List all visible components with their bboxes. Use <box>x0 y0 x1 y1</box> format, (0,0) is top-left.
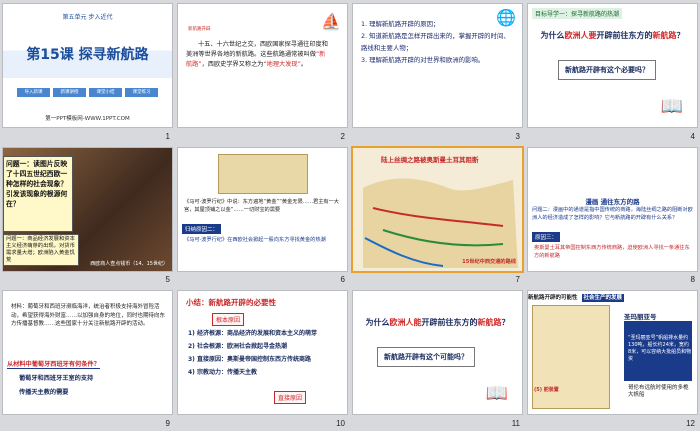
slide-number: 5 <box>165 275 170 285</box>
question-box: 问题一：读图片反映了十四五世纪西欧一种怎样的社会现象？引发该现象的根源何在？ <box>3 155 73 232</box>
header-tag: 社会生产的发展 <box>581 294 625 303</box>
slide-thumb-8[interactable]: 漫画 通往东方的路 问题二：漫画中的通道是指中国传统的商路，海陆丝绸之路的阻断对… <box>525 144 700 288</box>
trade-route-map <box>353 147 522 271</box>
slide-sorter-grid: 第五单元 步入近代 第15课 探寻新航路 导入新课 新课讲授 课堂小结 课堂练习… <box>0 0 700 431</box>
panel-caption: 哥伦布远航时使用的多桅大帆船 <box>628 385 692 400</box>
question-heading: 从材料中葡萄牙西班牙有何条件？ <box>7 361 100 370</box>
reason-heading: 归纳原因二： <box>182 223 222 234</box>
slide-2-canvas[interactable]: 新航路开辟 十五、十六世纪之交，西欧国家探寻通往印度和美洲等世界各地的新航路。这… <box>178 4 347 127</box>
slide-thumb-10[interactable]: 小结：新航路开辟的必要性 根本原因 1) 经济根源：商品经济的发展和资本主义的萌… <box>175 287 350 431</box>
slide-8-canvas[interactable]: 漫画 通往东方的路 问题二：漫画中的通道是指中国传统的商路，海陆丝绸之路的阻断对… <box>528 147 697 271</box>
body-paragraph: 十五、十六世纪之交，西欧国家探寻通往印度和美洲等世界各地的新航路。这些航路通常被… <box>186 41 328 68</box>
slide-thumb-3[interactable]: 🌐 1. 理解新航路开辟的原因； 2. 知道新航路是怎样开辟出来的，掌握开辟的时… <box>350 0 525 144</box>
direct-cause-box: 直接原因 <box>274 391 307 405</box>
slide-thumb-9[interactable]: 材料：葡萄牙和西班牙濒临海洋，统治者积极支持海外冒险活动，希望获得海外财富……以… <box>0 287 175 431</box>
summary-item: 3) 直接原因：奥斯曼帝国控制东西方传统商路 <box>188 356 312 364</box>
slide-number: 12 <box>686 418 695 428</box>
reason-heading: 原因三： <box>532 231 561 242</box>
slide-number: 1 <box>165 131 170 141</box>
question-box: 新航路开辟有这个必要吗？ <box>558 60 656 80</box>
slide-thumb-6[interactable]: 《马可·波罗行纪》中说：东方遍地“黄金”“黄金无限……君主有一大宫，其屋顶铺之以… <box>175 144 350 288</box>
sailing-ship-icon: ⛵ <box>321 12 341 31</box>
slide-9-canvas[interactable]: 材料：葡萄牙和西班牙濒临海洋，统治者积极支持海外冒险活动，希望获得海外财富……以… <box>3 291 172 415</box>
slide-header: 新航路开辟的可能性 社会生产的发展 <box>528 293 697 303</box>
question-text: 问题二：漫画中的通道是指中国传统的商路，海陆丝绸之路的阻断对欧洲人的经济造成了怎… <box>532 206 693 221</box>
objective-item: 3. 理解新航路开辟的对世界和欧洲的影响。 <box>361 56 485 64</box>
slide-10-canvas[interactable]: 小结：新航路开辟的必要性 根本原因 1) 经济根源：商品经济的发展和资本主义的萌… <box>178 291 347 415</box>
question-box: 新航路开辟有这个可能吗？ <box>377 347 475 368</box>
slide-number: 10 <box>336 418 345 428</box>
summary-list: 1) 经济根源：商品经济的发展和资本主义的萌芽 2) 社会根源：欧洲社会掀起寻金… <box>188 327 343 379</box>
land-area <box>363 178 518 268</box>
image-caption: 西欧商人查点钱币（14、15世纪） <box>90 260 168 267</box>
book-question-icon: 📖 <box>485 383 508 405</box>
reason-text: 《马可·波罗行纪》在西欧社会掀起一股向东方寻找黄金的热潮 <box>184 236 326 243</box>
lesson-title: 第15课 探寻新航路 <box>26 47 149 63</box>
slide-thumb-12[interactable]: 新航路开辟的可能性 社会生产的发展 (5) 舵装置 圣玛丽亚号 “圣玛丽亚号”帆船… <box>525 287 700 431</box>
cartoon-title: 漫画 通往东方的路 <box>585 197 640 206</box>
slide-4-canvas[interactable]: 目标导学一：探寻新航路的热潮 为什么欧洲人要开辟前往东方的新航路？ 新航路开辟有… <box>528 4 697 127</box>
objectives-list: 1. 理解新航路开辟的原因； 2. 知道新航路是怎样开辟出来的，掌握开辟的时间、… <box>361 18 516 66</box>
slide-number: 6 <box>340 275 345 285</box>
ship-painting-image <box>218 153 308 194</box>
panel-text: “圣玛丽亚号”帆船排水量约130吨，船长约24米，宽约8米，可以容纳大批船员和物… <box>628 335 692 363</box>
slide-3-canvas[interactable]: 🌐 1. 理解新航路开辟的原因； 2. 知道新航路是怎样开辟出来的，掌握开辟的时… <box>353 4 522 127</box>
book-question-icon: 📖 <box>660 96 683 117</box>
summary-item: 2) 社会根源：欧洲社会掀起寻金热潮 <box>188 343 288 351</box>
ship-diagram-image <box>532 305 610 410</box>
slide-number: 11 <box>511 418 520 428</box>
map-title: 陆上丝绸之路被奥斯曼土耳其阻断 <box>381 155 479 164</box>
slide-6-canvas[interactable]: 《马可·波罗行纪》中说：东方遍地“黄金”“黄金无限……君主有一大宫，其屋顶铺之以… <box>178 147 347 271</box>
slide-number: 7 <box>515 275 520 285</box>
slide-1-canvas[interactable]: 第五单元 步入近代 第15课 探寻新航路 导入新课 新课讲授 课堂小结 课堂练习… <box>3 4 172 127</box>
slide-thumb-11[interactable]: 为什么欧洲人能开辟前往东方的新航路？ 新航路开辟有这个可能吗？ 📖 11 <box>350 287 525 431</box>
map-caption: 15世纪中西交通的路线 <box>462 258 516 265</box>
slide-12-canvas[interactable]: 新航路开辟的可能性 社会生产的发展 (5) 舵装置 圣玛丽亚号 “圣玛丽亚号”帆船… <box>528 291 697 415</box>
slide-11-canvas[interactable]: 为什么欧洲人能开辟前往东方的新航路？ 新航路开辟有这个可能吗？ 📖 <box>353 291 522 415</box>
header-title: 新航路开辟的可能性 <box>528 295 578 302</box>
question-heading: 为什么欧洲人要开辟前往东方的新航路？ <box>540 31 685 40</box>
slide-number: 2 <box>340 131 345 141</box>
diagram-label: (5) 舵装置 <box>534 387 559 394</box>
slide-5-canvas[interactable]: 问题一：读图片反映了十四五世纪西欧一种怎样的社会现象？引发该现象的根源何在？ 问… <box>3 147 172 271</box>
slide-number: 9 <box>165 418 170 428</box>
slide-thumb-2[interactable]: 新航路开辟 十五、十六世纪之交，西欧国家探寻通往印度和美洲等世界各地的新航路。这… <box>175 0 350 144</box>
objective-item: 1. 理解新航路开辟的原因； <box>361 20 440 28</box>
reason-text: 奥斯曼土耳其帝国控制东西方传统商路，迫使欧洲人寻找一条通往东方的新航路 <box>534 244 690 259</box>
nav-buttons: 导入新课 新课讲授 课堂小结 课堂练习 <box>17 88 158 97</box>
nav-button-lecture[interactable]: 新课讲授 <box>53 88 86 97</box>
quote-text: 《马可·波罗行纪》中说：东方遍地“黄金”“黄金无限……君主有一大宫，其屋顶铺之以… <box>184 198 339 213</box>
slide-number: 8 <box>690 275 695 285</box>
slide-number: 4 <box>690 131 695 141</box>
answer-line: 传播天主教的需要 <box>19 389 69 397</box>
answer-line: 葡萄牙和西班牙王室的支持 <box>19 375 94 383</box>
objective-item: 2. 知道新航路是怎样开辟出来的，掌握开辟的时间、路线和主要人物； <box>361 32 510 52</box>
nav-button-intro[interactable]: 导入新课 <box>17 88 50 97</box>
summary-title: 小结：新航路开辟的必要性 <box>186 298 276 308</box>
slide-thumb-5[interactable]: 问题一：读图片反映了十四五世纪西欧一种怎样的社会现象？引发该现象的根源何在？ 问… <box>0 144 175 288</box>
summary-item: 4) 宗教动力：传播天主教 <box>188 369 258 377</box>
summary-box: 问题一：商品经济发展和资本主义经济萌芽的出现，对货币需求量大增；欧洲陷入黄金饥荒 <box>3 233 79 266</box>
question-heading: 为什么欧洲人能开辟前往东方的新航路？ <box>365 318 510 328</box>
summary-item: 1) 经济根源：商品经济的发展和资本主义的萌芽 <box>188 330 318 338</box>
slide-number: 3 <box>515 131 520 141</box>
material-text: 材料：葡萄牙和西班牙濒临海洋，统治者积极支持海外冒险活动，希望获得海外财富……以… <box>11 304 166 328</box>
slide-7-canvas[interactable]: 陆上丝绸之路被奥斯曼土耳其阻断 15世纪中西交通的路线 <box>353 147 522 271</box>
nav-button-summary[interactable]: 课堂小结 <box>89 88 122 97</box>
slide-thumb-4[interactable]: 目标导学一：探寻新航路的热潮 为什么欧洲人要开辟前往东方的新航路？ 新航路开辟有… <box>525 0 700 144</box>
section-tag: 新航路开辟 <box>188 27 211 32</box>
ship-name: 圣玛丽亚号 <box>624 313 657 322</box>
nav-button-practice[interactable]: 课堂练习 <box>125 88 158 97</box>
goal-heading: 目标导学一：探寻新航路的热潮 <box>532 8 623 19</box>
root-cause-box: 根本原因 <box>212 313 245 327</box>
slide-thumb-1[interactable]: 第五单元 步入近代 第15课 探寻新航路 导入新课 新课讲授 课堂小结 课堂练习… <box>0 0 175 144</box>
unit-label: 第五单元 步入近代 <box>62 14 113 21</box>
footer-watermark: 第一PPT模板网-WWW.1PPT.COM <box>45 116 130 122</box>
slide-thumb-7[interactable]: 陆上丝绸之路被奥斯曼土耳其阻断 15世纪中西交通的路线 7 <box>350 144 525 288</box>
